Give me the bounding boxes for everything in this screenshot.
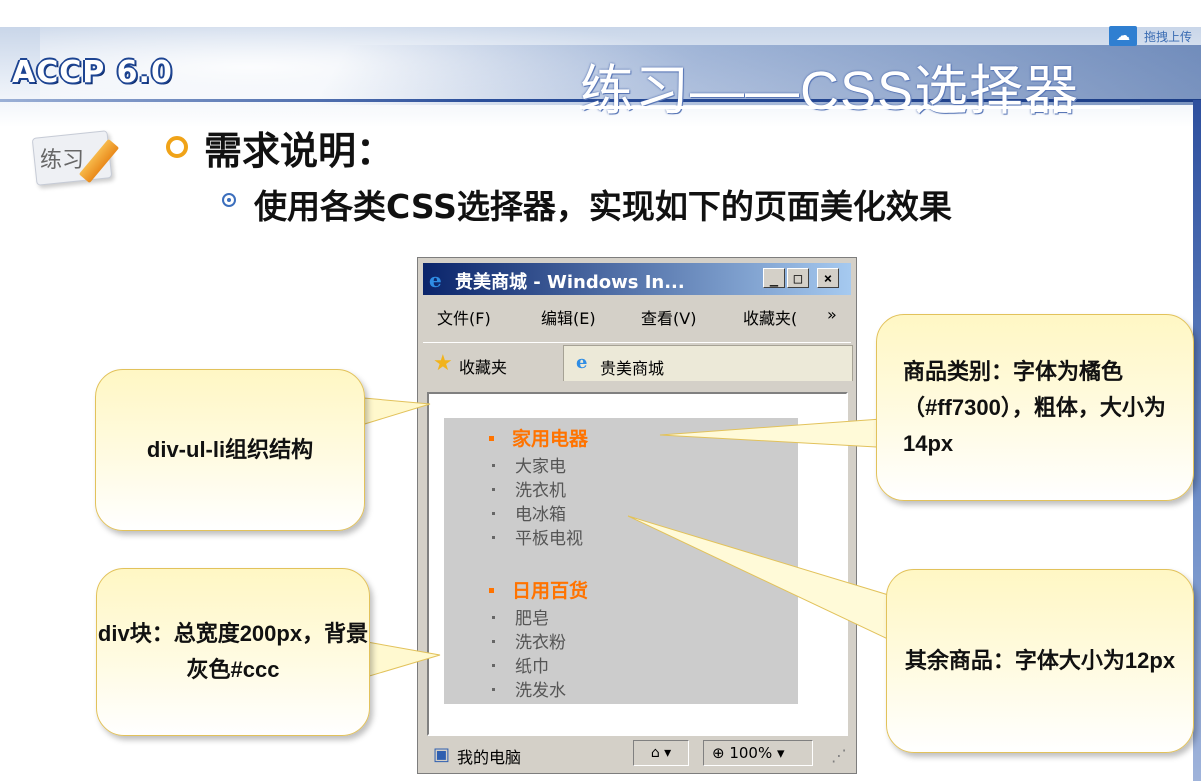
list-item[interactable]: 肥皂 (444, 604, 549, 629)
menu-favorites[interactable]: 收藏夹( (743, 305, 797, 329)
practice-badge: 练习 (30, 128, 130, 198)
list-item[interactable]: 洗衣机 (444, 476, 566, 501)
list-item[interactable]: 洗衣粉 (444, 628, 566, 653)
requirements-heading: 需求说明： (204, 129, 395, 173)
callout-item-style: 其余商品：字体大小为12px (886, 569, 1194, 753)
list-item[interactable]: 大家电 (444, 452, 566, 477)
maximize-button[interactable]: □ (787, 268, 809, 288)
ie-tab-icon: e (576, 352, 588, 373)
browser-title: 贵美商城 - Windows In... (455, 272, 685, 293)
menu-overflow[interactable]: » (827, 305, 837, 324)
upload-button[interactable]: 拖拽上传 (1144, 28, 1192, 45)
list-item[interactable]: 电冰箱 (444, 500, 566, 525)
browser-titlebar: e 贵美商城 - Windows In... _ □ × (423, 263, 851, 295)
bullet-ring-icon (166, 136, 188, 158)
minimize-button[interactable]: _ (763, 268, 785, 288)
status-zone: 我的电脑 (457, 748, 522, 767)
zoom-control[interactable]: ⊕ 100% ▾ (703, 740, 813, 766)
browser-statusbar: ▣ 我的电脑 ⌂ ▾ ⊕ 100% ▾ ⋰ (423, 738, 851, 770)
browser-menubar: 文件(F) 编辑(E) 查看(V) 收藏夹( » (423, 300, 851, 330)
accp-logo: ACCP 6.0 (12, 55, 173, 90)
list-item[interactable]: 纸巾 (444, 652, 549, 677)
title-underline (580, 106, 1140, 109)
product-div: 家用电器 大家电 洗衣机 电冰箱 平板电视 日用百货 肥皂 洗衣粉 纸巾 洗发水 (444, 418, 798, 704)
star-icon: ★ (433, 351, 453, 376)
computer-icon: ▣ (433, 744, 451, 765)
page-viewport: 家用电器 大家电 洗衣机 电冰箱 平板电视 日用百货 肥皂 洗衣粉 纸巾 洗发水 (427, 392, 848, 736)
ie-logo-icon: e (429, 268, 442, 292)
cloud-upload-icon[interactable]: ☁ (1109, 26, 1137, 46)
tab-label: 贵美商城 (600, 359, 665, 378)
favorites-button[interactable]: 收藏夹 (459, 354, 507, 378)
practice-label: 练习 (40, 148, 85, 173)
callout-category-style: 商品类别：字体为橘色（#ff7300），粗体，大小为14px (876, 314, 1194, 501)
resize-grip-icon[interactable]: ⋰ (831, 746, 847, 765)
menu-view[interactable]: 查看(V) (641, 305, 696, 329)
list-item[interactable]: 洗发水 (444, 676, 566, 701)
right-edge-bar (1193, 100, 1201, 781)
requirements-text: 使用各类CSS选择器，实现如下的页面美化效果 (254, 187, 952, 226)
browser-window: e 贵美商城 - Windows In... _ □ × 文件(F) 编辑(E)… (417, 257, 857, 774)
callout-block-style: div块：总宽度200px，背景灰色#ccc (96, 568, 370, 736)
category-home-appliances[interactable]: 家用电器 (444, 424, 588, 451)
sub-bullet-icon (222, 193, 236, 207)
security-icon[interactable]: ⌂ ▾ (633, 740, 689, 766)
favorites-bar: ★ 收藏夹 e 贵美商城 (423, 342, 853, 383)
list-item[interactable]: 平板电视 (444, 524, 583, 549)
close-button[interactable]: × (817, 268, 839, 288)
callout-structure: div-ul-li组织结构 (95, 369, 365, 531)
menu-file[interactable]: 文件(F) (437, 305, 491, 329)
category-daily-goods[interactable]: 日用百货 (444, 576, 588, 603)
slide-title: 练习——CSS选择器 (580, 61, 1080, 121)
tab-guimei[interactable]: e 贵美商城 (563, 345, 853, 381)
menu-edit[interactable]: 编辑(E) (541, 305, 596, 329)
